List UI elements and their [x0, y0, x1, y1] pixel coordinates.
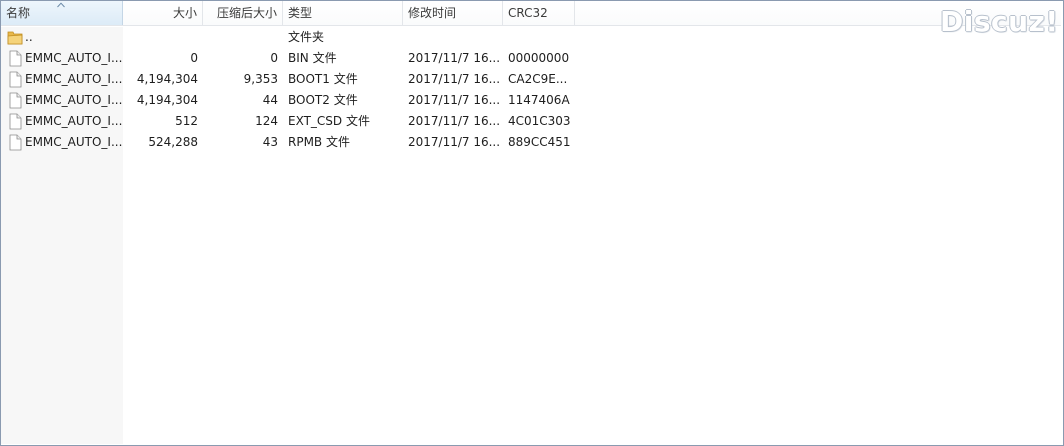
file-size	[123, 27, 203, 48]
file-name: EMMC_AUTO_I...	[25, 93, 123, 107]
file-packed-size: 0	[270, 51, 278, 65]
file-type: BIN 文件	[288, 51, 337, 65]
file-name: EMMC_AUTO_I...	[25, 135, 123, 149]
file-crc32: 889CC451	[508, 135, 571, 149]
file-name: ..	[25, 30, 33, 44]
column-header-type[interactable]: 类型	[283, 1, 403, 25]
discuz-watermark: Discuz!	[940, 5, 1059, 38]
file-packed-size: 43	[262, 135, 278, 149]
column-header-packed-size[interactable]: 压缩后大小	[203, 1, 283, 25]
file-name: EMMC_AUTO_I...	[25, 72, 123, 86]
list-item[interactable]: EMMC_AUTO_I... 0 0 BIN 文件 2017/11/7 16..…	[1, 48, 1061, 69]
column-header-size-label: 大小	[172, 6, 197, 20]
column-header-crc32-label: CRC32	[508, 6, 548, 20]
file-type: 文件夹	[288, 30, 325, 44]
file-crc32: CA2C9E...	[508, 72, 568, 86]
file-size: 524,288	[148, 135, 198, 149]
file-crc32: 00000000	[508, 51, 570, 65]
file-name: EMMC_AUTO_I...	[25, 51, 123, 65]
list-item[interactable]: .. 文件夹	[1, 27, 1061, 48]
file-size: 4,194,304	[136, 93, 198, 107]
file-modified: 2017/11/7 16...	[408, 135, 501, 149]
column-header-packed-size-label: 压缩后大小	[216, 6, 277, 20]
column-header-name[interactable]: 名称	[1, 1, 123, 25]
column-header-crc32[interactable]: CRC32	[503, 1, 575, 25]
sort-ascending-icon	[57, 2, 65, 8]
file-type: BOOT1 文件	[288, 72, 358, 86]
file-type: BOOT2 文件	[288, 93, 358, 107]
file-name: EMMC_AUTO_I...	[25, 114, 123, 128]
file-modified: 2017/11/7 16...	[408, 72, 501, 86]
column-header-modified-label: 修改时间	[408, 6, 457, 20]
file-modified: 2017/11/7 16...	[408, 114, 501, 128]
column-header-type-label: 类型	[288, 6, 313, 20]
file-size: 4,194,304	[136, 72, 198, 86]
column-header-modified[interactable]: 修改时间	[403, 1, 503, 25]
file-modified: 2017/11/7 16...	[408, 51, 501, 65]
file-size: 0	[190, 51, 198, 65]
file-modified: 2017/11/7 16...	[408, 93, 501, 107]
file-modified	[403, 27, 503, 48]
list-item[interactable]: EMMC_AUTO_I... 512 124 EXT_CSD 文件 2017/1…	[1, 111, 1061, 132]
file-type: EXT_CSD 文件	[288, 114, 370, 128]
file-crc32	[503, 27, 575, 48]
list-item[interactable]: EMMC_AUTO_I... 524,288 43 RPMB 文件 2017/1…	[1, 132, 1061, 153]
list-item[interactable]: EMMC_AUTO_I... 4,194,304 9,353 BOOT1 文件 …	[1, 69, 1061, 90]
list-item[interactable]: EMMC_AUTO_I... 4,194,304 44 BOOT2 文件 201…	[1, 90, 1061, 111]
file-packed-size: 9,353	[243, 72, 278, 86]
file-crc32: 4C01C303	[508, 114, 571, 128]
column-header-name-label: 名称	[6, 6, 31, 20]
column-header-bar: 名称 大小 压缩后大小 类型 修改时间 CRC32	[1, 1, 1061, 26]
file-packed-size: 44	[262, 93, 278, 107]
column-header-size[interactable]: 大小	[123, 1, 203, 25]
file-type: RPMB 文件	[288, 135, 350, 149]
file-packed-size	[203, 27, 283, 48]
file-size: 512	[175, 114, 198, 128]
file-packed-size: 124	[255, 114, 278, 128]
file-crc32: 1147406A	[508, 93, 570, 107]
